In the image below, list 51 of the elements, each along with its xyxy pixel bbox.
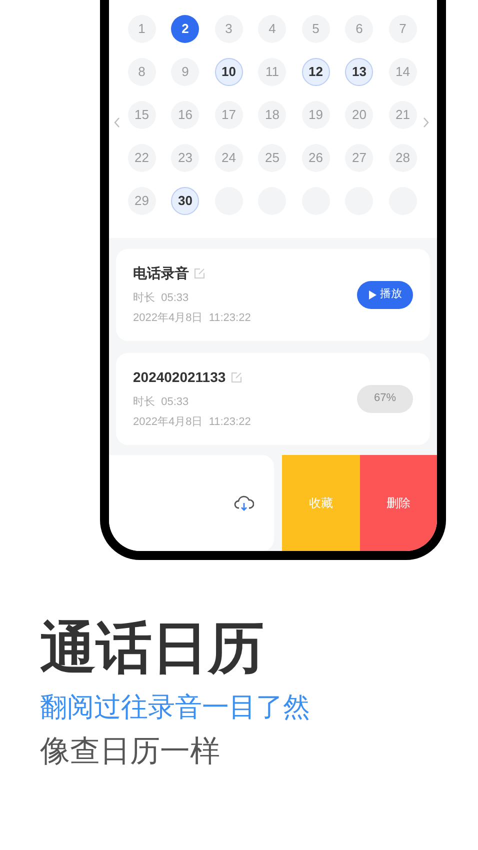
recording-card[interactable]: 电话录音 时长 05:33 2022年4月8日 11:23:22 播放	[116, 248, 430, 341]
play-icon	[368, 290, 377, 300]
tagline: 像查日历一样	[40, 737, 221, 767]
calendar-day[interactable]: 17	[214, 101, 243, 129]
calendar-day[interactable]: 19	[302, 101, 330, 129]
duration-text: 时长 05:33	[133, 395, 190, 410]
calendar-day[interactable]: 2	[171, 15, 200, 43]
calendar-day[interactable]: 12	[302, 58, 330, 86]
calendar-day[interactable]: 7	[388, 15, 417, 43]
calendar-day[interactable]: 16	[171, 101, 200, 129]
calendar-day[interactable]: 15	[128, 101, 156, 129]
calendar-day[interactable]: 27	[345, 144, 374, 172]
swipe-action-button[interactable]: 删除	[360, 454, 437, 551]
calendar-day[interactable]: 4	[258, 15, 286, 43]
calendar-day[interactable]: 26	[302, 144, 330, 172]
calendar-day[interactable]: 30	[171, 187, 200, 215]
progress-button[interactable]: 67%	[357, 384, 413, 413]
calendar-day[interactable]: 21	[388, 101, 417, 129]
headline: 通话日历	[40, 620, 265, 676]
calendar-day[interactable]: 23	[171, 144, 200, 172]
calendar-day[interactable]: 11	[258, 58, 286, 86]
edit-icon[interactable]	[194, 268, 205, 280]
calendar-day[interactable]: 25	[258, 144, 286, 172]
calendar-day[interactable]: 18	[258, 101, 286, 129]
chevron-left-icon[interactable]	[114, 117, 120, 128]
calendar-day[interactable]: 24	[214, 144, 243, 172]
cloud-download-icon[interactable]	[234, 494, 254, 511]
calendar-day[interactable]: 20	[345, 101, 374, 129]
calendar-day[interactable]: 1	[128, 15, 156, 43]
duration-text: 时长 05:33	[133, 291, 190, 306]
calendar-day[interactable]: 29	[128, 187, 156, 215]
recording-title: 电话录音	[133, 264, 189, 284]
date-text: 2022年4月8日 11:23:22	[133, 310, 251, 326]
calendar-day[interactable]: 6	[345, 15, 374, 43]
recording-title: 202402021133	[133, 368, 226, 388]
chevron-right-icon[interactable]	[423, 117, 429, 128]
calendar-day[interactable]: 22	[128, 144, 156, 172]
calendar-day[interactable]: 28	[388, 144, 417, 172]
calendar-day[interactable]: 14	[388, 58, 417, 86]
calendar-day[interactable]: 8	[128, 58, 156, 86]
calendar-day[interactable]: 9	[171, 58, 200, 86]
subtitle: 翻阅过往录音一目了然	[40, 694, 311, 721]
play-button[interactable]: 播放	[357, 280, 413, 309]
swipe-action-button[interactable]: 收藏	[282, 454, 360, 551]
calendar-day[interactable]: 13	[345, 58, 374, 86]
calendar-day[interactable]: 10	[214, 58, 243, 86]
date-text: 2022年4月8日 11:23:22	[133, 414, 251, 430]
edit-icon[interactable]	[230, 372, 242, 384]
calendar-day[interactable]: 3	[214, 15, 243, 43]
recording-card[interactable]: 202402021133 时长 05:33 2022年4月8日 11:23:22 67%	[116, 352, 430, 445]
calendar-day[interactable]: 5	[302, 15, 330, 43]
